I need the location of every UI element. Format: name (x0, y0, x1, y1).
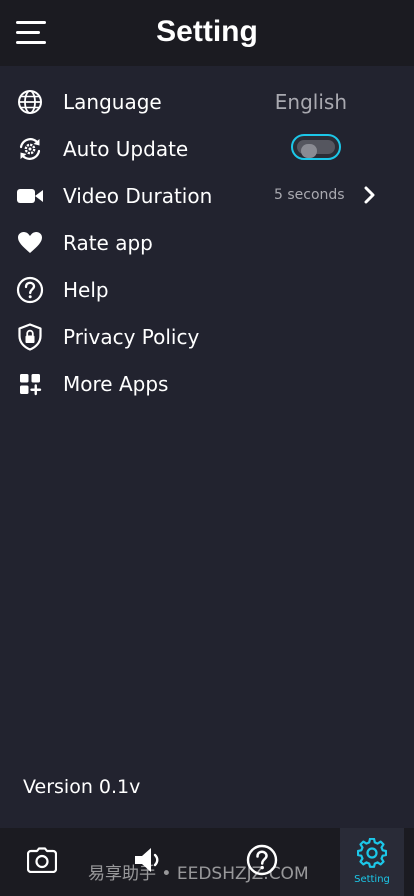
settings-row-label: Language (63, 90, 162, 114)
speaker-icon (133, 846, 165, 878)
nav-setting[interactable]: Setting (340, 828, 404, 896)
settings-row-rate-app[interactable]: Rate app (0, 219, 414, 266)
toggle-track (297, 140, 335, 158)
shield-lock-icon (16, 323, 44, 351)
help-icon (246, 844, 278, 880)
gear-icon (356, 837, 388, 872)
video-camera-icon (16, 182, 44, 210)
nav-setting-label: Setting (354, 874, 390, 885)
settings-row-label: Video Duration (63, 184, 213, 208)
page-title: Setting (156, 15, 258, 48)
language-value[interactable]: English (275, 89, 347, 115)
settings-row-label: Rate app (63, 231, 153, 255)
camera-icon (26, 847, 58, 877)
video-duration-value[interactable]: 5 seconds (274, 185, 345, 205)
settings-row-language[interactable]: Language English (0, 78, 414, 125)
settings-row-auto-update: Auto Update (0, 125, 414, 172)
toggle-knob (301, 144, 317, 158)
settings-row-label: Auto Update (63, 137, 189, 161)
apps-grid-plus-icon (16, 370, 44, 398)
settings-row-label: More Apps (63, 372, 169, 396)
settings-row-label: Privacy Policy (63, 325, 200, 349)
nav-help[interactable] (231, 828, 293, 896)
nav-sound[interactable] (118, 828, 180, 896)
settings-row-help[interactable]: Help (0, 266, 414, 313)
bottom-nav: Setting (0, 828, 414, 896)
globe-icon (16, 88, 44, 116)
question-circle-icon (16, 276, 44, 304)
nav-camera[interactable] (12, 828, 72, 896)
chevron-right-icon[interactable] (362, 186, 378, 204)
settings-row-video-duration[interactable]: Video Duration 5 seconds (0, 172, 414, 219)
settings-row-privacy-policy[interactable]: Privacy Policy (0, 313, 414, 360)
refresh-gear-icon (16, 135, 44, 163)
auto-update-toggle[interactable] (291, 134, 341, 160)
app-header: Setting (0, 0, 414, 66)
settings-row-more-apps[interactable]: More Apps (0, 360, 414, 407)
heart-icon (16, 229, 44, 257)
settings-row-label: Help (63, 278, 109, 302)
version-label: Version 0.1v (23, 776, 141, 798)
